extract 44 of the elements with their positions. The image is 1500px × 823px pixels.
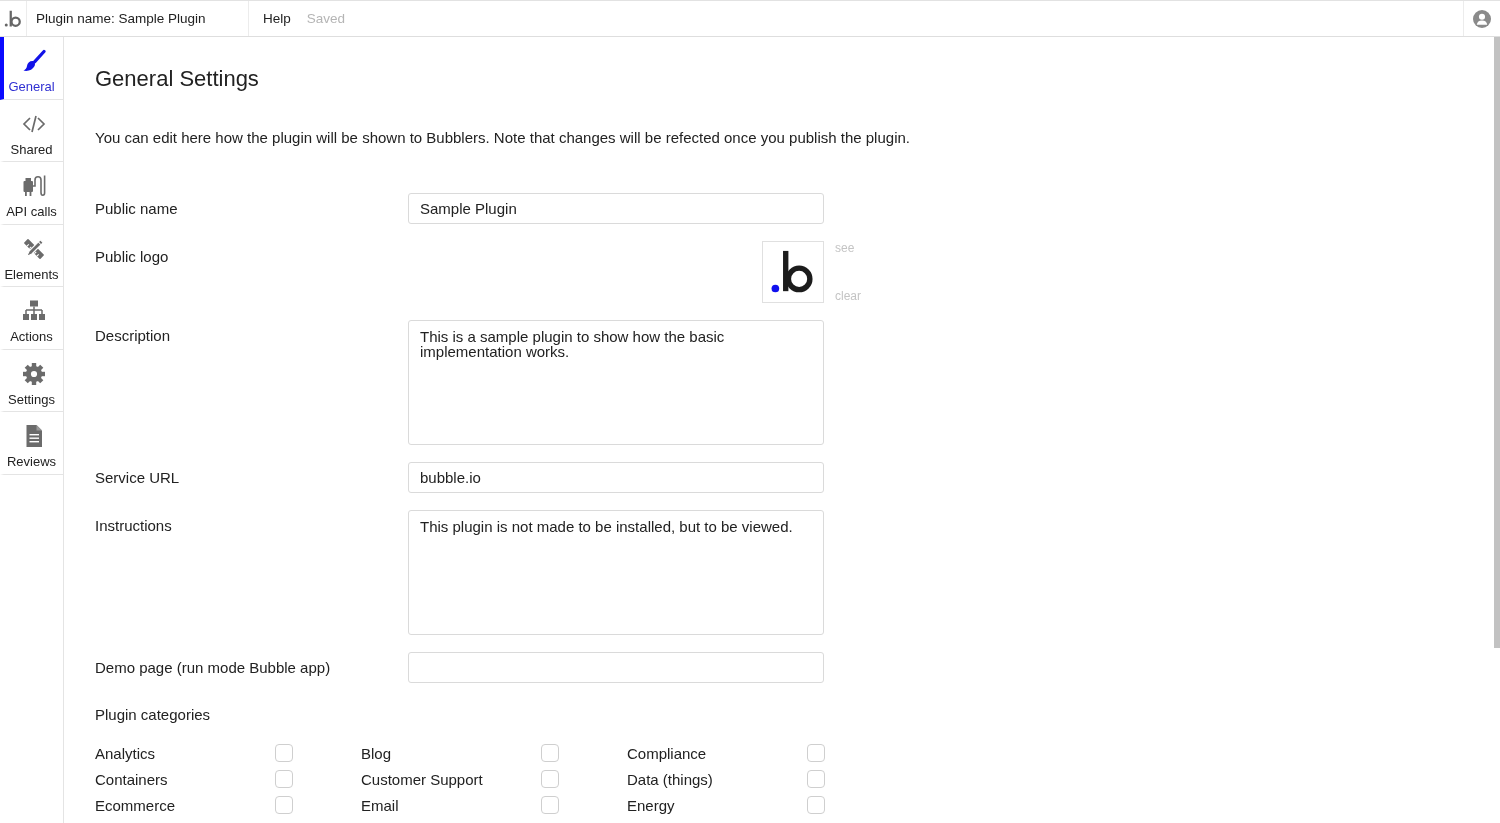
text-input[interactable] xyxy=(408,652,824,683)
category-label: Customer Support xyxy=(361,770,484,788)
plugin-name: Plugin name: Sample Plugin xyxy=(36,11,206,26)
category-label: Containers xyxy=(95,770,169,788)
page-title: General Settings xyxy=(95,65,260,93)
sitemap-icon xyxy=(21,299,46,323)
checkbox[interactable] xyxy=(541,770,559,788)
checkbox[interactable] xyxy=(275,744,293,762)
category-label: Energy xyxy=(627,796,676,814)
field-label: Public logo xyxy=(95,247,170,267)
intro-text: You can edit here how the plugin will be shown to Bubblers. Note that changes will be refected once you publish the plugin. xyxy=(95,128,911,148)
plug-icon xyxy=(21,174,46,198)
scrollbar[interactable] xyxy=(1494,37,1500,648)
checkbox[interactable] xyxy=(541,796,559,814)
category-label: Compliance xyxy=(627,744,708,762)
field-label: Demo page (run mode Bubble app) xyxy=(95,658,332,678)
checkbox[interactable] xyxy=(807,770,825,788)
sidebar-tab[interactable]: General xyxy=(0,37,63,100)
checkbox[interactable] xyxy=(541,744,559,762)
logo-icon[interactable] xyxy=(4,9,22,28)
text-area[interactable]: This is a sample plugin to show how the basic implementation works. xyxy=(408,320,824,445)
category-label: Analytics xyxy=(95,744,157,762)
field-label: Instructions xyxy=(95,516,173,536)
field-label: Description xyxy=(95,326,172,346)
category-label: Blog xyxy=(361,744,393,762)
section-title: Plugin categories xyxy=(95,705,212,725)
field-label: Public name xyxy=(95,199,179,219)
category-label: Ecommerce xyxy=(95,796,177,814)
user-avatar-icon[interactable] xyxy=(1473,9,1491,28)
checkbox[interactable] xyxy=(807,744,825,762)
checkbox[interactable] xyxy=(275,770,293,788)
logo-image xyxy=(762,241,824,303)
text-area[interactable]: This plugin is not made to be installed, but to be viewed. xyxy=(408,510,824,635)
gear-icon xyxy=(21,361,46,386)
text-input[interactable]: bubble.io xyxy=(408,462,824,493)
help-link[interactable]: Help xyxy=(263,1,291,36)
category-label: Email xyxy=(361,796,400,814)
checkbox[interactable] xyxy=(807,796,825,814)
field-label: Service URL xyxy=(95,468,181,488)
category-label: Data (things) xyxy=(627,770,714,788)
brush-icon xyxy=(21,49,46,73)
save-status: Saved xyxy=(306,10,346,28)
checkbox[interactable] xyxy=(275,796,293,814)
text-input[interactable]: Sample Plugin xyxy=(408,193,824,224)
